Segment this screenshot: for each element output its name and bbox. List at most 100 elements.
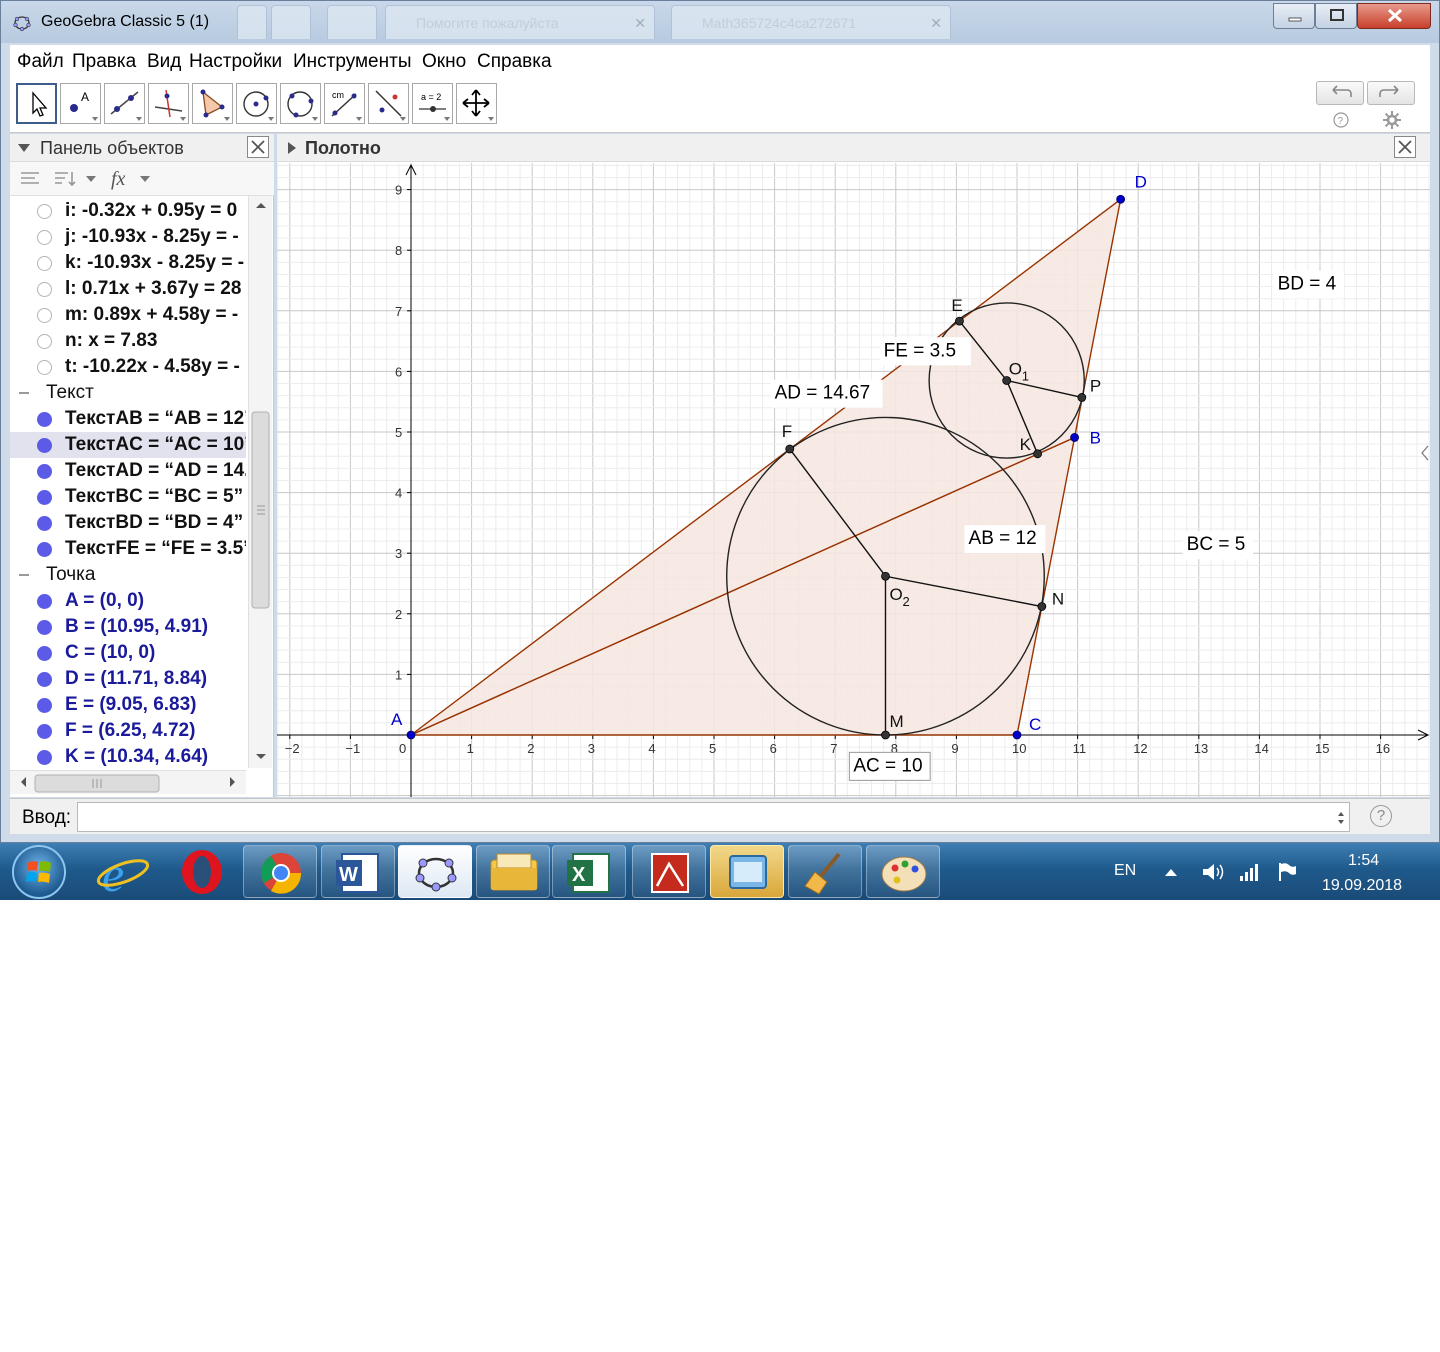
visibility-toggle-icon[interactable] [37, 594, 52, 609]
visibility-toggle-icon[interactable] [37, 620, 52, 635]
list-item[interactable]: ТекстAC = “AC = 10” [10, 432, 246, 458]
taskbar-paint[interactable] [866, 845, 940, 898]
command-input[interactable] [77, 802, 1350, 832]
taskbar-geogebra[interactable] [398, 845, 472, 898]
list-item[interactable]: k: -10.93x - 8.25y = - [10, 250, 246, 276]
slider-tool-button[interactable]: a = 2 [412, 83, 453, 124]
list-item[interactable]: K = (10.34, 4.64) [10, 744, 246, 768]
visibility-toggle-icon[interactable] [37, 646, 52, 661]
list-item[interactable]: D = (11.71, 8.84) [10, 666, 246, 692]
side-panel-handle-icon[interactable] [1421, 445, 1429, 461]
taskbar-pdf[interactable] [632, 845, 706, 898]
menu-file[interactable]: Файл [17, 51, 64, 73]
language-indicator[interactable]: EN [1114, 862, 1136, 880]
taskbar-chrome[interactable] [243, 845, 317, 898]
clock-date[interactable]: 19.09.2018 [1322, 877, 1402, 895]
menu-help[interactable]: Справка [477, 51, 552, 73]
visibility-toggle-icon[interactable] [37, 672, 52, 687]
visibility-toggle-icon[interactable] [37, 230, 52, 245]
list-item[interactable]: j: -10.93x - 8.25y = - [10, 224, 246, 250]
horizontal-scrollbar[interactable] [10, 770, 246, 794]
geometry-canvas[interactable]: −2 −1 0 1 2 3 4 5 6 7 8 9 10 11 12 13 14 15 16123456789ABC… [277, 163, 1430, 797]
circle-three-points-tool-button[interactable] [280, 83, 321, 124]
toolbar-help-icon[interactable]: ? [1332, 111, 1350, 132]
taskbar-ie[interactable]: e [86, 845, 160, 902]
list-item[interactable]: ТекстAD = “AD = 14.67” [10, 458, 246, 484]
visibility-toggle-icon[interactable] [37, 204, 52, 219]
point-tool-button[interactable]: A [60, 83, 101, 124]
taskbar-opera[interactable] [165, 845, 239, 898]
taskbar-cleaner[interactable] [788, 845, 862, 898]
point-P[interactable] [1077, 393, 1087, 402]
vertical-scrollbar[interactable] [248, 196, 272, 768]
collapse-triangle-icon[interactable] [17, 143, 31, 153]
visibility-toggle-icon[interactable] [37, 308, 52, 323]
list-item[interactable]: B = (10.95, 4.91) [10, 614, 246, 640]
object-group-header[interactable]: Точка [10, 562, 246, 588]
menu-view[interactable]: Вид [147, 51, 181, 73]
visibility-toggle-icon[interactable] [37, 438, 52, 453]
point-B[interactable] [1070, 433, 1079, 442]
taskbar-app-active[interactable] [710, 845, 784, 898]
object-group-header[interactable]: Текст [10, 380, 246, 406]
point-O2[interactable] [881, 571, 890, 581]
auxiliary-objects-icon[interactable] [20, 170, 40, 188]
visibility-toggle-icon[interactable] [37, 724, 52, 739]
point-D[interactable] [1116, 194, 1126, 204]
line-tool-button[interactable] [104, 83, 145, 124]
taskbar-explorer[interactable] [476, 845, 550, 898]
input-help-icon[interactable]: ? [1370, 805, 1392, 827]
distance-tool-button[interactable]: cm [324, 83, 365, 124]
gear-icon[interactable] [1382, 110, 1402, 133]
clock-time[interactable]: 1:54 [1348, 852, 1379, 870]
list-item[interactable]: ТекстAB = “AB = 12” [10, 406, 246, 432]
list-item[interactable]: F = (6.25, 4.72) [10, 718, 246, 744]
minimize-button[interactable] [1273, 3, 1315, 29]
point-K[interactable] [1033, 449, 1043, 459]
action-center-flag-icon[interactable] [1276, 861, 1298, 883]
volume-icon[interactable] [1200, 861, 1226, 883]
visibility-toggle-icon[interactable] [37, 542, 52, 557]
menu-edit[interactable]: Правка [72, 51, 136, 73]
polygon-tool-button[interactable] [192, 83, 233, 124]
list-item[interactable]: t: -10.22x - 4.58y = - [10, 354, 246, 380]
point-E[interactable] [955, 316, 964, 326]
visibility-toggle-icon[interactable] [37, 360, 52, 375]
point-C[interactable] [1012, 730, 1022, 740]
list-item[interactable]: n: x = 7.83 [10, 328, 246, 354]
move-tool-button[interactable] [16, 83, 57, 124]
close-algebra-button[interactable] [247, 136, 269, 158]
visibility-toggle-icon[interactable] [37, 698, 52, 713]
list-item[interactable]: ТекстFE = “FE = 3.5” [10, 536, 246, 562]
title-bar[interactable]: GeoGebra Classic 5 (1) Помогите пожалуйс… [1, 1, 1439, 43]
close-graphics-button[interactable] [1394, 136, 1416, 158]
list-item[interactable]: i: -0.32x + 0.95y = 0 [10, 198, 246, 224]
visibility-toggle-icon[interactable] [37, 334, 52, 349]
menu-window[interactable]: Окно [422, 51, 466, 73]
start-button[interactable] [12, 845, 66, 899]
visibility-toggle-icon[interactable] [37, 464, 52, 479]
tray-expand-icon[interactable] [1164, 867, 1178, 877]
list-item[interactable]: A = (0, 0) [10, 588, 246, 614]
point-F[interactable] [785, 444, 795, 454]
taskbar-excel[interactable]: X [552, 845, 626, 898]
visibility-toggle-icon[interactable] [37, 412, 52, 427]
perpendicular-tool-button[interactable] [148, 83, 189, 124]
list-item[interactable]: ТекстBD = “BD = 4” [10, 510, 246, 536]
visibility-toggle-icon[interactable] [37, 490, 52, 505]
list-item[interactable]: m: 0.89x + 4.58y = - [10, 302, 246, 328]
list-item[interactable]: C = (10, 0) [10, 640, 246, 666]
point-M[interactable] [881, 730, 890, 740]
point-A[interactable] [406, 730, 416, 740]
circle-center-tool-button[interactable] [236, 83, 277, 124]
visibility-toggle-icon[interactable] [37, 750, 52, 765]
reflect-tool-button[interactable] [368, 83, 409, 124]
collapse-minus-icon[interactable] [19, 392, 29, 394]
input-history-icon[interactable] [1336, 810, 1346, 826]
collapse-minus-icon[interactable] [19, 574, 29, 576]
menu-tools[interactable]: Инструменты [293, 51, 411, 73]
menu-settings[interactable]: Настройки [189, 51, 282, 73]
point-N[interactable] [1037, 602, 1047, 611]
move-view-tool-button[interactable] [456, 83, 497, 124]
sort-icon[interactable] [54, 170, 100, 188]
